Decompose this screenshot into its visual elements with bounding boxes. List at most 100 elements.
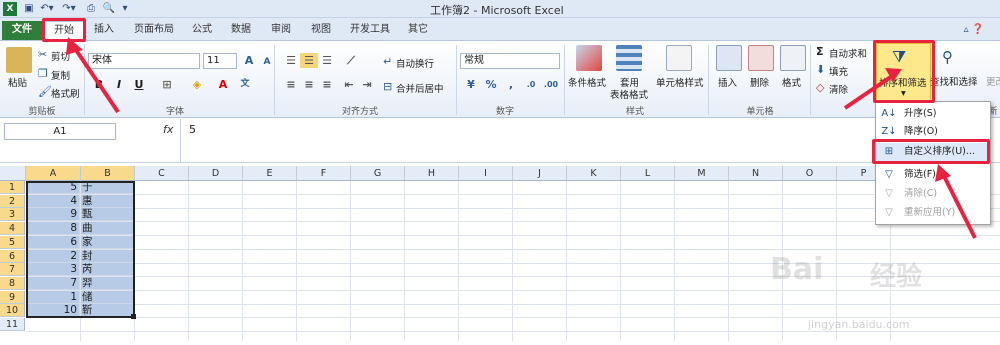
- bold-button[interactable]: B: [90, 77, 108, 92]
- column-header[interactable]: A: [26, 166, 81, 181]
- percent-icon[interactable]: %: [482, 77, 500, 92]
- column-header[interactable]: I: [459, 166, 513, 181]
- font-name-combo[interactable]: 宋体: [88, 53, 200, 69]
- column-header[interactable]: G: [351, 166, 405, 181]
- grow-font-icon[interactable]: A: [240, 53, 258, 68]
- align-center-icon[interactable]: ≡: [300, 77, 318, 92]
- column-header[interactable]: O: [783, 166, 837, 181]
- format-as-table-icon[interactable]: [616, 45, 642, 71]
- row-header[interactable]: 10: [0, 304, 25, 318]
- fill-button[interactable]: 填充: [829, 64, 848, 78]
- column-header[interactable]: H: [405, 166, 459, 181]
- format-cells-icon[interactable]: [780, 45, 806, 71]
- decrease-decimal-icon[interactable]: .00: [542, 77, 560, 92]
- tab-data[interactable]: 数据: [224, 21, 258, 40]
- tab-formulas[interactable]: 公式: [186, 21, 218, 40]
- row-header[interactable]: 8: [0, 276, 25, 290]
- increase-indent-icon[interactable]: ⇥: [358, 77, 376, 92]
- insert-cells-icon[interactable]: [716, 45, 742, 71]
- preview-icon[interactable]: 🔍: [102, 2, 116, 16]
- gridline: [458, 181, 459, 341]
- align-left-icon[interactable]: ≡: [282, 77, 300, 92]
- row-header[interactable]: 11: [0, 318, 25, 331]
- column-header[interactable]: C: [135, 166, 189, 181]
- row-header[interactable]: 9: [0, 290, 25, 304]
- comma-icon[interactable]: ,: [502, 77, 520, 92]
- font-color-icon[interactable]: A: [214, 77, 232, 92]
- row-header[interactable]: 4: [0, 222, 25, 236]
- column-header[interactable]: D: [189, 166, 243, 181]
- align-middle-icon[interactable]: ☰: [300, 53, 318, 68]
- more-button[interactable]: 更改: [986, 74, 1000, 88]
- column-header[interactable]: F: [297, 166, 351, 181]
- underline-button[interactable]: U: [130, 77, 148, 92]
- cell-styles-icon[interactable]: [666, 45, 692, 71]
- row-header[interactable]: 1: [0, 181, 25, 194]
- tab-other[interactable]: 其它: [402, 21, 434, 40]
- menu-item-sort-ascending[interactable]: A↓ 升序(S): [876, 105, 990, 123]
- align-top-icon[interactable]: ☰: [282, 53, 300, 68]
- formula-input[interactable]: 5: [180, 119, 880, 163]
- clear-button[interactable]: 清除: [829, 82, 848, 96]
- row-header[interactable]: 7: [0, 263, 25, 277]
- menu-item-filter[interactable]: ▽ 筛选(F): [876, 166, 990, 184]
- font-size-combo[interactable]: 11: [203, 53, 237, 69]
- undo-icon[interactable]: ↶▾: [38, 2, 56, 16]
- conditional-format-icon[interactable]: [576, 45, 602, 71]
- tab-page-layout[interactable]: 页面布局: [128, 21, 180, 40]
- increase-decimal-icon[interactable]: .0: [522, 77, 540, 92]
- tab-file[interactable]: 文件: [2, 21, 42, 40]
- cell-styles-button[interactable]: 单元格样式: [656, 75, 704, 89]
- column-header[interactable]: B: [81, 166, 135, 181]
- paste-icon[interactable]: [6, 47, 32, 73]
- tab-view[interactable]: 视图: [304, 21, 338, 40]
- align-right-icon[interactable]: ≡: [318, 77, 336, 92]
- fill-handle[interactable]: [131, 314, 136, 319]
- paste-button[interactable]: 粘贴: [8, 75, 27, 89]
- orientation-icon[interactable]: ⟋: [342, 53, 360, 68]
- row-header[interactable]: 5: [0, 235, 25, 249]
- function-icon[interactable]: fx: [163, 123, 173, 136]
- border-icon[interactable]: ⊞: [158, 77, 176, 92]
- find-select-button[interactable]: 查找和选择: [930, 74, 978, 88]
- wrap-text-button[interactable]: 自动换行: [396, 56, 434, 70]
- insert-cells-button[interactable]: 插入: [718, 75, 737, 89]
- row-header[interactable]: 3: [0, 208, 25, 222]
- redo-icon[interactable]: ↷▾: [60, 2, 78, 16]
- row-header[interactable]: 2: [0, 194, 25, 208]
- customize-qat-icon[interactable]: ▾: [120, 2, 130, 16]
- merge-center-button[interactable]: 合并后居中: [396, 81, 444, 95]
- phonetic-icon[interactable]: 文: [236, 77, 254, 92]
- column-header[interactable]: K: [567, 166, 621, 181]
- column-header[interactable]: E: [243, 166, 297, 181]
- format-painter-button[interactable]: 格式刷: [51, 86, 80, 100]
- tab-insert[interactable]: 插入: [86, 21, 122, 40]
- decrease-indent-icon[interactable]: ⇤: [340, 77, 358, 92]
- select-all-corner[interactable]: [0, 166, 26, 181]
- number-format-combo[interactable]: 常规: [460, 53, 560, 69]
- tab-developer[interactable]: 开发工具: [344, 21, 396, 40]
- tab-review[interactable]: 审阅: [264, 21, 298, 40]
- format-cells-button[interactable]: 格式: [782, 75, 801, 89]
- delete-cells-button[interactable]: 删除: [750, 75, 769, 89]
- watermark-logo: Bai: [770, 252, 824, 287]
- align-bottom-icon[interactable]: ☰: [318, 53, 336, 68]
- help-icon[interactable]: ▵ ❓: [952, 21, 996, 40]
- column-header[interactable]: M: [675, 166, 729, 181]
- save-icon[interactable]: ▣: [22, 2, 36, 16]
- conditional-format-button[interactable]: 条件格式: [568, 75, 606, 89]
- row-header[interactable]: 6: [0, 249, 25, 263]
- print-preview-icon[interactable]: ⎙: [84, 2, 98, 16]
- column-header[interactable]: J: [513, 166, 567, 181]
- column-header[interactable]: N: [729, 166, 783, 181]
- find-select-icon[interactable]: ⚲: [942, 48, 953, 66]
- copy-button[interactable]: 复制: [51, 68, 70, 82]
- cut-button[interactable]: 剪切: [51, 49, 70, 63]
- name-box[interactable]: A1: [4, 123, 116, 140]
- currency-icon[interactable]: ¥: [462, 77, 480, 92]
- autosum-button[interactable]: 自动求和: [829, 46, 867, 60]
- italic-button[interactable]: I: [110, 77, 128, 92]
- delete-cells-icon[interactable]: [748, 45, 774, 71]
- column-header[interactable]: L: [621, 166, 675, 181]
- fill-color-icon[interactable]: ◈: [188, 77, 206, 92]
